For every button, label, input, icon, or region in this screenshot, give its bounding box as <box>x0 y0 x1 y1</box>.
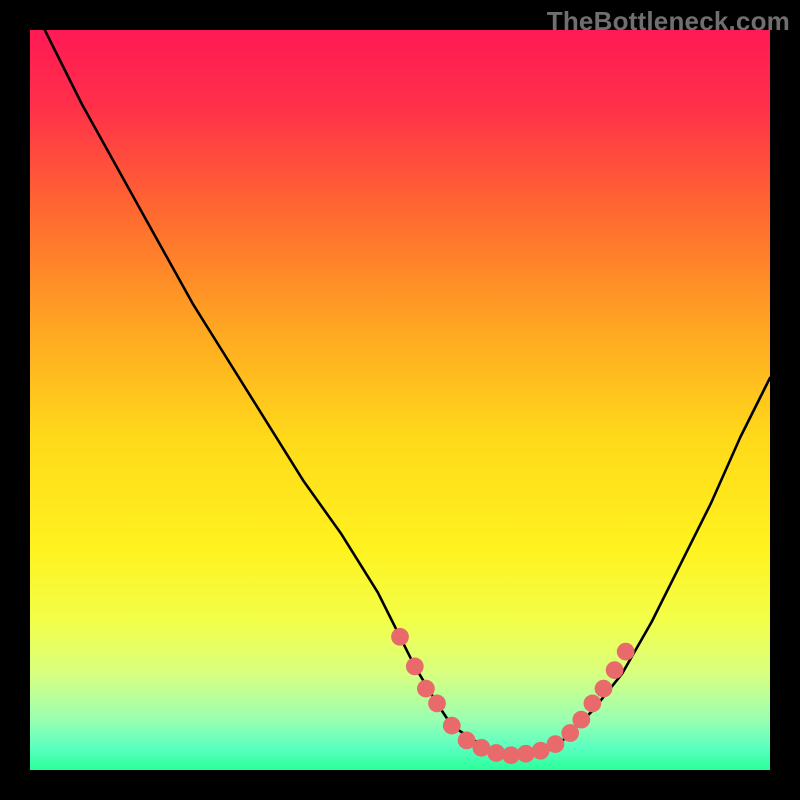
curve-marker <box>517 745 535 763</box>
curve-marker <box>428 695 446 713</box>
curve-marker <box>572 711 590 729</box>
curve-marker <box>617 643 635 661</box>
curve-marker <box>547 735 565 753</box>
gradient-background <box>30 30 770 770</box>
chart-container: TheBottleneck.com <box>0 0 800 800</box>
curve-marker <box>417 680 435 698</box>
curve-marker <box>584 695 602 713</box>
curve-marker <box>391 628 409 646</box>
curve-marker <box>595 680 613 698</box>
plot-area <box>30 30 770 770</box>
bottleneck-chart <box>30 30 770 770</box>
curve-marker <box>406 658 424 676</box>
curve-marker <box>606 661 624 679</box>
curve-marker <box>443 717 461 735</box>
